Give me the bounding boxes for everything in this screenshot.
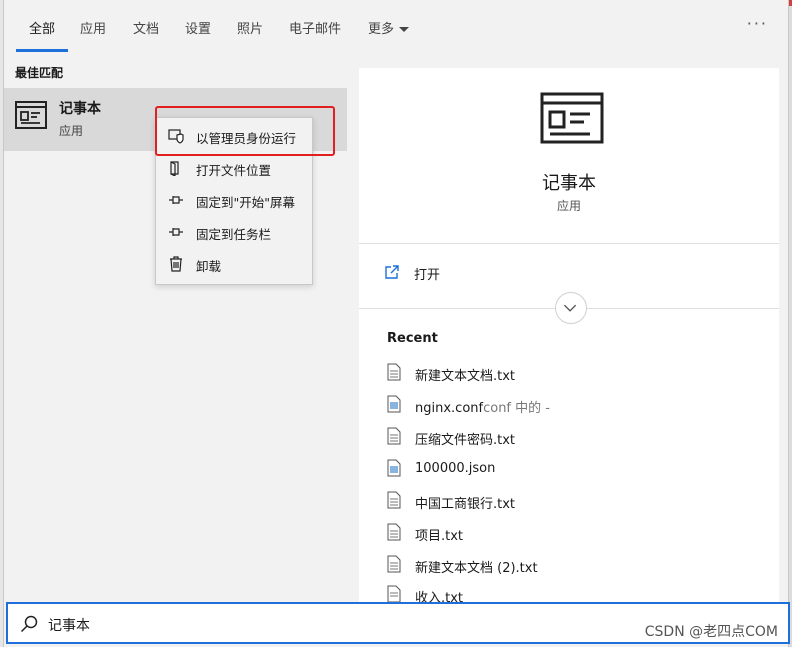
recent-item-name: nginx.conf — [415, 401, 484, 416]
tab-email[interactable]: 电子邮件 — [289, 18, 341, 37]
text-file-icon — [387, 523, 401, 541]
menu-item-label: 打开文件位置 — [196, 163, 272, 178]
menu-item-label: 固定到任务栏 — [196, 227, 272, 242]
menu-item-label: 固定到"开始"屏幕 — [196, 195, 295, 210]
recent-item-name: 中国工商银行.txt — [415, 497, 516, 512]
recent-title: Recent — [387, 331, 438, 346]
notepad-icon — [15, 101, 47, 129]
tab-more[interactable]: 更多 — [368, 18, 410, 37]
notepad-large-icon — [540, 92, 604, 144]
best-match-name: 记事本 — [59, 101, 101, 117]
json-file-icon — [387, 459, 401, 477]
tab-apps[interactable]: 应用 — [80, 18, 106, 37]
watermark: CSDN @老四点COM — [644, 624, 778, 640]
folder-icon — [170, 161, 179, 176]
trash-icon — [170, 256, 182, 272]
recent-item-name: 100000.json — [415, 461, 496, 476]
recent-item-name: 压缩文件密码.txt — [415, 433, 516, 448]
tab-bar: 全部 应用 文档 设置 照片 电子邮件 更多 ··· — [4, 0, 790, 52]
recent-item-name: 新建文本文档 (2).txt — [415, 561, 538, 576]
recent-item-name: 新建文本文档.txt — [415, 369, 516, 384]
config-file-icon — [387, 395, 401, 413]
open-file-location-menu-item[interactable]: 打开文件位置 — [156, 154, 312, 182]
open-icon — [385, 265, 399, 279]
pin-to-taskbar-menu-item[interactable]: 固定到任务栏 — [156, 218, 312, 246]
chevron-down-icon — [563, 304, 577, 312]
text-file-icon — [387, 555, 401, 573]
recent-item-suffix: conf 中的 - — [483, 401, 550, 416]
pin-icon — [169, 228, 183, 236]
detail-pane: 记事本 应用 打开 Recent 新建文本文档.txt nginx.confco… — [359, 68, 779, 606]
pin-icon — [169, 196, 183, 204]
pin-to-start-menu-item[interactable]: 固定到"开始"屏幕 — [156, 186, 312, 214]
text-file-icon — [387, 585, 401, 603]
ellipsis-icon[interactable]: ··· — [747, 14, 768, 33]
expand-button[interactable] — [555, 292, 587, 324]
section-title: 最佳匹配 — [15, 66, 64, 80]
search-input[interactable]: 记事本 — [48, 615, 90, 635]
tab-photos[interactable]: 照片 — [237, 18, 263, 37]
tab-settings[interactable]: 设置 — [185, 18, 211, 37]
text-file-icon — [387, 427, 401, 445]
uninstall-menu-item[interactable]: 卸载 — [156, 250, 312, 278]
tab-documents[interactable]: 文档 — [133, 18, 159, 37]
tab-all[interactable]: 全部 — [29, 18, 55, 37]
detail-app-type: 应用 — [556, 199, 581, 213]
search-icon — [20, 615, 38, 633]
detail-app-name: 记事本 — [542, 173, 596, 194]
annotation-highlight — [155, 106, 335, 156]
search-window: 全部 应用 文档 设置 照片 电子邮件 更多 ··· 最佳匹配 记事本 应用 记… — [3, 0, 790, 647]
text-file-icon — [387, 363, 401, 381]
recent-item-name: 项目.txt — [415, 529, 464, 544]
divider — [359, 243, 779, 244]
tab-more-label: 更多 — [368, 22, 395, 37]
text-file-icon — [387, 491, 401, 509]
chevron-down-icon — [399, 27, 410, 32]
best-match-type: 应用 — [59, 124, 84, 138]
menu-item-label: 卸载 — [196, 259, 222, 274]
open-label: 打开 — [414, 268, 441, 283]
